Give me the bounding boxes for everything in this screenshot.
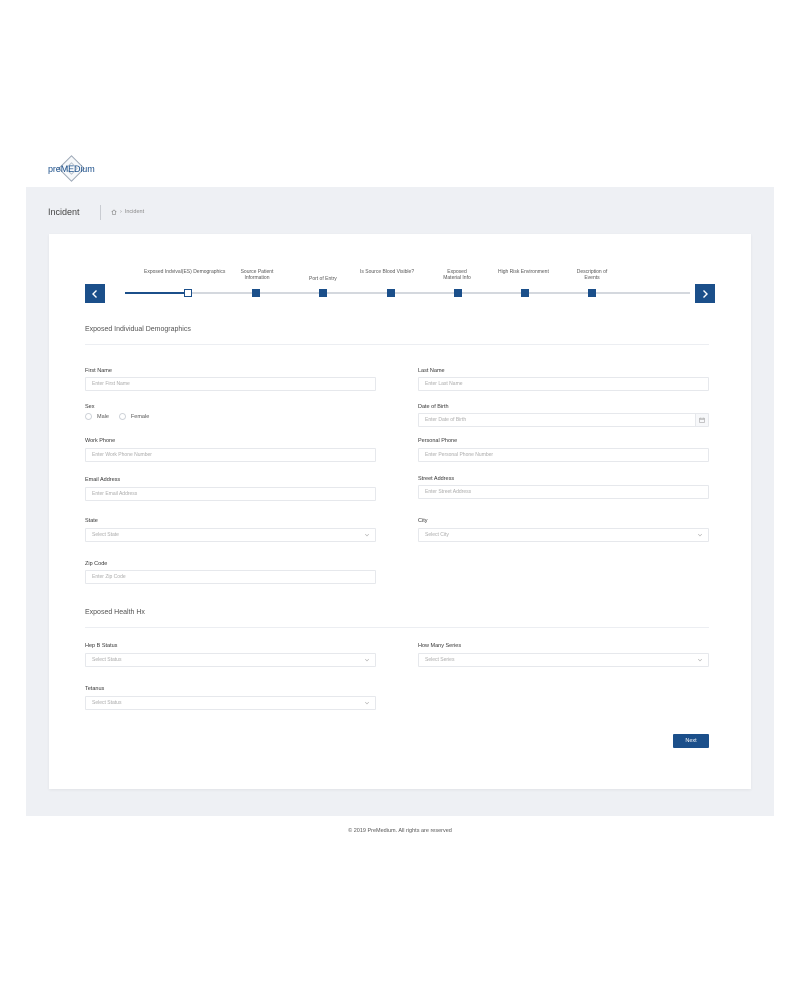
tetanus-label: Tetanus [85, 686, 105, 692]
step-label-port-of-entry: Port of Entry [309, 276, 337, 282]
chevron-down-icon [364, 533, 370, 537]
email-label: Email Address [85, 477, 121, 483]
breadcrumb-current: Incident [124, 209, 145, 215]
work-phone-label: Work Phone [85, 438, 116, 444]
chevron-down-icon [364, 658, 370, 662]
tetanus-placeholder: Select Status [92, 700, 122, 706]
state-placeholder: Select State [92, 532, 119, 538]
email-placeholder: Enter Email Address [92, 491, 138, 497]
hep-b-placeholder: Select Status [92, 657, 122, 663]
chevron-down-icon [364, 701, 370, 705]
chevron-down-icon [697, 533, 703, 537]
last-name-input[interactable]: Enter Last Name [418, 377, 709, 391]
zip-code-placeholder: Enter Zip Code [92, 574, 126, 580]
radio-male[interactable] [85, 413, 92, 420]
step-marker-blood-visible[interactable] [387, 289, 395, 297]
footer-copyright: © 2019 PreMedium. All rights are reserve… [348, 828, 452, 834]
breadcrumb: › Incident [111, 209, 144, 215]
work-phone-input[interactable]: Enter Work Phone Number [85, 448, 376, 462]
hep-b-label: Hep B Status [85, 643, 118, 649]
state-select[interactable]: Select State [85, 528, 376, 542]
calendar-icon [699, 417, 705, 423]
work-phone-placeholder: Enter Work Phone Number [92, 452, 152, 458]
step-label-material-info: Exposed Material Info [443, 269, 471, 281]
email-input[interactable]: Enter Email Address [85, 487, 376, 501]
step-marker-description[interactable] [588, 289, 596, 297]
page-title: Incident [48, 207, 80, 217]
last-name-placeholder: Enter Last Name [425, 381, 463, 387]
tetanus-select[interactable]: Select Status [85, 696, 376, 710]
series-select[interactable]: Select Series [418, 653, 709, 667]
series-placeholder: Select Series [425, 657, 455, 663]
personal-phone-label: Personal Phone [418, 438, 458, 444]
first-name-placeholder: Enter First Name [92, 381, 130, 387]
step-marker-demographics[interactable] [184, 289, 192, 297]
step-label-source-patient: Source Patient Information [240, 269, 274, 281]
sex-label: Sex [85, 404, 95, 410]
section-title-health: Exposed Health Hx [85, 609, 145, 616]
street-address-placeholder: Enter Street Address [425, 489, 472, 495]
dob-label: Date of Birth [418, 404, 449, 410]
step-marker-port-of-entry[interactable] [319, 289, 327, 297]
step-label-demographics: Exposed Indvival(ES) Demographics [144, 269, 226, 275]
city-select[interactable]: Select City [418, 528, 709, 542]
section-divider [85, 627, 709, 628]
chevron-down-icon [697, 658, 703, 662]
step-label-high-risk: High Risk Environment [498, 269, 549, 275]
dob-placeholder: Enter Date of Birth [425, 417, 467, 423]
zip-code-input[interactable]: Enter Zip Code [85, 570, 376, 584]
city-label: City [418, 518, 428, 524]
first-name-label: First Name [85, 368, 112, 374]
series-label: How Many Series [418, 643, 462, 649]
sex-option-male[interactable]: Male [85, 413, 109, 420]
chevron-left-icon [92, 289, 97, 298]
step-marker-material-info[interactable] [454, 289, 462, 297]
street-address-label: Street Address [418, 476, 455, 482]
personal-phone-input[interactable]: Enter Personal Phone Number [418, 448, 709, 462]
section-title-demographics: Exposed Individual Demographics [85, 326, 191, 333]
calendar-button[interactable] [695, 414, 708, 426]
radio-female-label: Female [130, 413, 150, 420]
title-divider [100, 205, 101, 220]
step-marker-high-risk[interactable] [521, 289, 529, 297]
sex-radio-group: Male Female [85, 413, 159, 420]
first-name-input[interactable]: Enter First Name [85, 377, 376, 391]
section-divider [85, 344, 709, 345]
next-step-arrow-button[interactable] [695, 284, 715, 303]
brand-name: preMEDium [48, 164, 95, 174]
next-button[interactable]: Next [673, 734, 709, 748]
personal-phone-placeholder: Enter Personal Phone Number [425, 452, 494, 458]
state-label: State [85, 518, 98, 524]
hep-b-select[interactable]: Select Status [85, 653, 376, 667]
chevron-right-icon [703, 289, 708, 298]
city-placeholder: Select City [425, 532, 449, 538]
radio-male-label: Male [97, 413, 109, 420]
breadcrumb-separator: › [120, 209, 122, 215]
stepper-track [125, 292, 690, 294]
last-name-label: Last Name [418, 368, 445, 374]
step-marker-source-patient[interactable] [252, 289, 260, 297]
sex-option-female[interactable]: Female [118, 413, 150, 420]
stepper-progress [125, 292, 188, 294]
prev-step-button[interactable] [85, 284, 105, 303]
brand-logo[interactable]: preMEDium [48, 155, 108, 182]
street-address-input[interactable]: Enter Street Address [418, 485, 709, 499]
zip-code-label: Zip Code [85, 561, 108, 567]
dob-input[interactable]: Enter Date of Birth [418, 413, 709, 427]
radio-female[interactable] [118, 413, 126, 420]
step-label-description: Description of Events [576, 269, 608, 281]
home-icon[interactable] [111, 209, 117, 215]
step-label-blood-visible: Is Source Blood Visible? [360, 269, 415, 275]
